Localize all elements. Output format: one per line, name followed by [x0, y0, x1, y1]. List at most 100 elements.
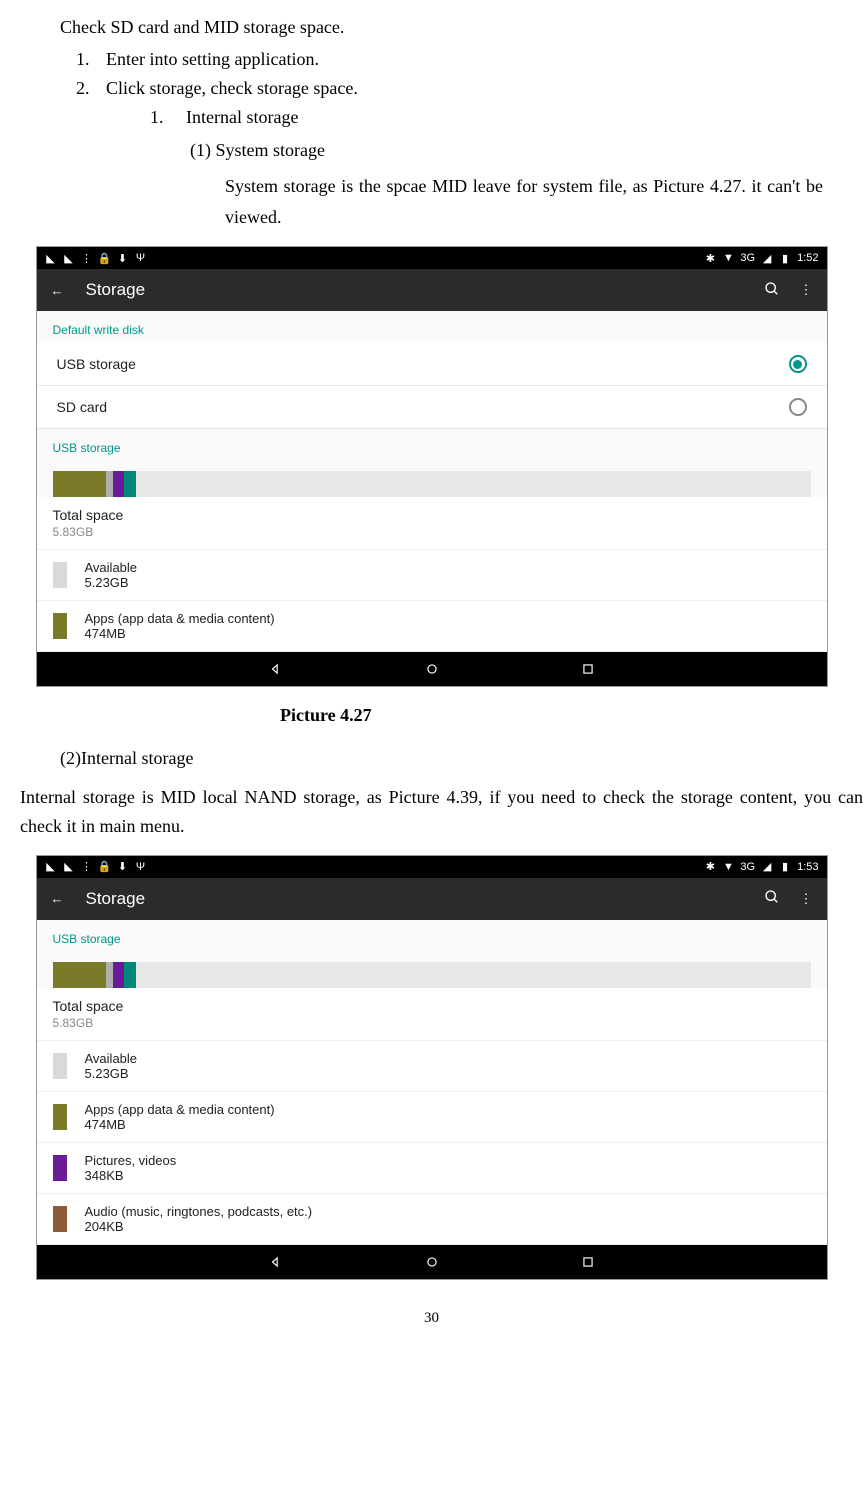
search-icon[interactable]: [764, 281, 780, 300]
signal-icon: ◢: [761, 861, 773, 873]
status-icon: ◣: [45, 861, 57, 873]
row-apps[interactable]: Apps (app data & media content) 474MB: [37, 1092, 827, 1143]
swatch-available: [53, 1053, 67, 1079]
step-1: 1. Enter into setting application.: [76, 49, 823, 70]
audio-value: 204KB: [85, 1219, 313, 1234]
audio-label: Audio (music, ringtones, podcasts, etc.): [85, 1204, 313, 1219]
lock-icon: 🔒: [99, 252, 111, 264]
option-sd-card[interactable]: SD card: [37, 386, 827, 429]
storage-usage-bar: [53, 471, 811, 497]
download-icon: ⬇: [117, 861, 129, 873]
radio-unselected-icon[interactable]: [789, 398, 807, 416]
network-label: 3G: [740, 861, 755, 873]
row-pictures[interactable]: Pictures, videos 348KB: [37, 1143, 827, 1194]
app-bar: ← Storage ⋮: [37, 878, 827, 920]
back-icon[interactable]: ←: [51, 891, 64, 906]
radio-selected-icon[interactable]: [789, 355, 807, 373]
status-icon: ◣: [45, 252, 57, 264]
paren-item-2: (2)Internal storage: [40, 744, 823, 773]
nav-bar: [37, 1245, 827, 1279]
option-label: USB storage: [57, 356, 789, 372]
network-label: 3G: [740, 252, 755, 264]
appbar-title: Storage: [86, 889, 742, 909]
paren-item-1: (1) System storage: [190, 140, 823, 161]
nav-back-icon[interactable]: [268, 1254, 284, 1270]
picture-caption-1: Picture 4.27: [280, 705, 823, 726]
usb-icon: Ψ: [135, 252, 147, 264]
step-1-text: Enter into setting application.: [106, 49, 319, 70]
available-label: Available: [85, 560, 138, 575]
swatch-audio: [53, 1206, 67, 1232]
screenshot-2: ◣ ◣ ⋮ 🔒 ⬇ Ψ ✱ ▼ 3G ◢ ▮ 1:53 ← Storage ⋮ …: [36, 855, 828, 1280]
more-icon[interactable]: ⋮: [800, 891, 813, 907]
total-label: Total space: [53, 998, 811, 1014]
available-value: 5.23GB: [85, 575, 138, 590]
nav-home-icon[interactable]: [424, 661, 440, 677]
nav-bar: [37, 652, 827, 686]
app-bar: ← Storage ⋮: [37, 269, 827, 311]
swatch-apps: [53, 1104, 67, 1130]
search-icon[interactable]: [764, 889, 780, 908]
usb-icon: Ψ: [135, 861, 147, 873]
row-total-space[interactable]: Total space 5.83GB: [37, 497, 827, 550]
wifi-icon: ▼: [722, 252, 734, 264]
option-label: SD card: [57, 399, 789, 415]
download-icon: ⬇: [117, 252, 129, 264]
nav-back-icon[interactable]: [268, 661, 284, 677]
back-icon[interactable]: ←: [51, 283, 64, 298]
screenshot-1: ◣ ◣ ⋮ 🔒 ⬇ Ψ ✱ ▼ 3G ◢ ▮ 1:52 ← Storage ⋮ …: [36, 246, 828, 687]
pictures-label: Pictures, videos: [85, 1153, 177, 1168]
row-available[interactable]: Available 5.23GB: [37, 1041, 827, 1092]
step-2-text: Click storage, check storage space.: [106, 78, 358, 99]
status-icon: ◣: [63, 252, 75, 264]
bluetooth-icon: ⋮: [81, 252, 93, 264]
paren-body-1: System storage is the spcae MID leave fo…: [225, 171, 823, 232]
substep-1-text: Internal storage: [186, 107, 298, 128]
total-label: Total space: [53, 507, 811, 523]
status-icon: ◣: [63, 861, 75, 873]
step-2: 2. Click storage, check storage space.: [76, 78, 823, 99]
section-usb-storage: USB storage: [37, 429, 827, 461]
nav-home-icon[interactable]: [424, 1254, 440, 1270]
swatch-apps: [53, 613, 67, 639]
row-available[interactable]: Available 5.23GB: [37, 550, 827, 601]
clock-label: 1:53: [797, 861, 818, 873]
section-default-write-disk: Default write disk: [37, 311, 827, 343]
apps-label: Apps (app data & media content): [85, 1102, 275, 1117]
row-audio[interactable]: Audio (music, ringtones, podcasts, etc.)…: [37, 1194, 827, 1245]
row-apps[interactable]: Apps (app data & media content) 474MB: [37, 601, 827, 652]
signal-icon: ◢: [761, 252, 773, 264]
step-1-number: 1.: [76, 49, 106, 70]
wifi-icon: ▼: [722, 861, 734, 873]
swatch-pictures: [53, 1155, 67, 1181]
apps-label: Apps (app data & media content): [85, 611, 275, 626]
intro-text: Check SD card and MID storage space.: [40, 14, 823, 41]
clock-label: 1:52: [797, 252, 818, 264]
step-2-number: 2.: [76, 78, 106, 99]
total-value: 5.83GB: [53, 1016, 811, 1030]
section-usb-storage: USB storage: [37, 920, 827, 952]
nav-recent-icon[interactable]: [580, 1254, 596, 1270]
substep-1-number: 1.: [150, 107, 186, 128]
available-value: 5.23GB: [85, 1066, 138, 1081]
pictures-value: 348KB: [85, 1168, 177, 1183]
nav-recent-icon[interactable]: [580, 661, 596, 677]
bluetooth-icon: ✱: [704, 252, 716, 264]
status-bar: ◣ ◣ ⋮ 🔒 ⬇ Ψ ✱ ▼ 3G ◢ ▮ 1:53: [37, 856, 827, 878]
appbar-title: Storage: [86, 280, 742, 300]
storage-usage-bar: [53, 962, 811, 988]
battery-icon: ▮: [779, 252, 791, 264]
status-bar: ◣ ◣ ⋮ 🔒 ⬇ Ψ ✱ ▼ 3G ◢ ▮ 1:52: [37, 247, 827, 269]
lock-icon: 🔒: [99, 861, 111, 873]
total-value: 5.83GB: [53, 525, 811, 539]
page-number: 30: [0, 1310, 863, 1327]
more-icon[interactable]: ⋮: [800, 282, 813, 298]
row-total-space[interactable]: Total space 5.83GB: [37, 988, 827, 1041]
swatch-available: [53, 562, 67, 588]
paren-body-2: Internal storage is MID local NAND stora…: [0, 783, 863, 841]
apps-value: 474MB: [85, 626, 275, 641]
available-label: Available: [85, 1051, 138, 1066]
option-usb-storage[interactable]: USB storage: [37, 343, 827, 386]
apps-value: 474MB: [85, 1117, 275, 1132]
substep-1: 1. Internal storage: [150, 107, 823, 128]
